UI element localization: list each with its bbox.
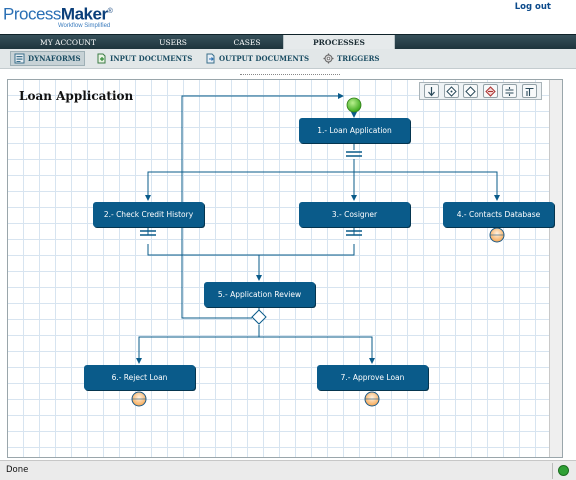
subtab-triggers[interactable]: TRIGGERS xyxy=(320,51,382,66)
task-application-review[interactable]: 5.- Application Review xyxy=(204,282,315,307)
sequential-icon[interactable] xyxy=(424,84,440,98)
evaluation-icon[interactable] xyxy=(463,84,479,98)
status-text: Done xyxy=(6,465,29,475)
processmaker-window: ProcessMaker® Workflow Simplified Log ou… xyxy=(0,0,576,480)
parallel-icon[interactable] xyxy=(482,84,498,98)
tab-processes[interactable]: PROCESSES xyxy=(283,35,395,50)
task-cosigner[interactable]: 3.- Cosigner xyxy=(299,202,410,227)
dynaforms-icon xyxy=(14,53,25,64)
security-status-icon xyxy=(558,465,569,476)
process-map-canvas[interactable]: Loan Application xyxy=(7,79,563,458)
parallel-join-icon[interactable] xyxy=(502,84,518,98)
tab-my-account[interactable]: MY ACCOUNT xyxy=(6,35,130,50)
input-documents-icon xyxy=(96,53,107,64)
diagram-toolbar xyxy=(419,82,542,100)
panel-splitter[interactable] xyxy=(240,69,340,75)
task-reject-loan[interactable]: 6.- Reject Loan xyxy=(84,365,195,390)
triggers-icon xyxy=(323,53,334,64)
process-title: Loan Application xyxy=(19,89,134,103)
sub-nav: DYNAFORMS INPUT DOCUMENTS OUTPUT DOCUMEN… xyxy=(0,49,576,69)
subtab-dynaforms[interactable]: DYNAFORMS xyxy=(10,51,85,66)
main-nav: MY ACCOUNT USERS CASES PROCESSES xyxy=(0,34,576,50)
tagline: Workflow Simplified xyxy=(58,22,111,29)
status-separator xyxy=(552,463,553,479)
subtab-input-documents[interactable]: INPUT DOCUMENTS xyxy=(93,51,195,66)
task-loan-application[interactable]: 1.- Loan Application xyxy=(299,118,410,143)
tab-cases[interactable]: CASES xyxy=(212,35,282,50)
subtab-label: INPUT DOCUMENTS xyxy=(110,54,193,63)
subtab-output-documents[interactable]: OUTPUT DOCUMENTS xyxy=(202,51,312,66)
subtab-label: DYNAFORMS xyxy=(28,54,81,63)
tab-users[interactable]: USERS xyxy=(135,35,211,50)
task-check-credit-history[interactable]: 2.- Check Credit History xyxy=(93,202,204,227)
status-bar: Done xyxy=(0,460,576,480)
logout-link[interactable]: Log out xyxy=(515,2,551,12)
subtab-label: OUTPUT DOCUMENTS xyxy=(219,54,310,63)
task-approve-loan[interactable]: 7.- Approve Loan xyxy=(317,365,428,390)
task-contacts-database[interactable]: 4.- Contacts Database xyxy=(443,202,554,227)
vertical-scrollbar[interactable] xyxy=(549,80,562,457)
subtab-label: TRIGGERS xyxy=(337,54,380,63)
output-documents-icon xyxy=(205,53,216,64)
selection-icon[interactable] xyxy=(443,84,459,98)
processmaker-logo: ProcessMaker® Workflow Simplified xyxy=(3,4,113,29)
header: ProcessMaker® Workflow Simplified Log ou… xyxy=(0,0,576,34)
end-icon[interactable] xyxy=(521,84,537,98)
